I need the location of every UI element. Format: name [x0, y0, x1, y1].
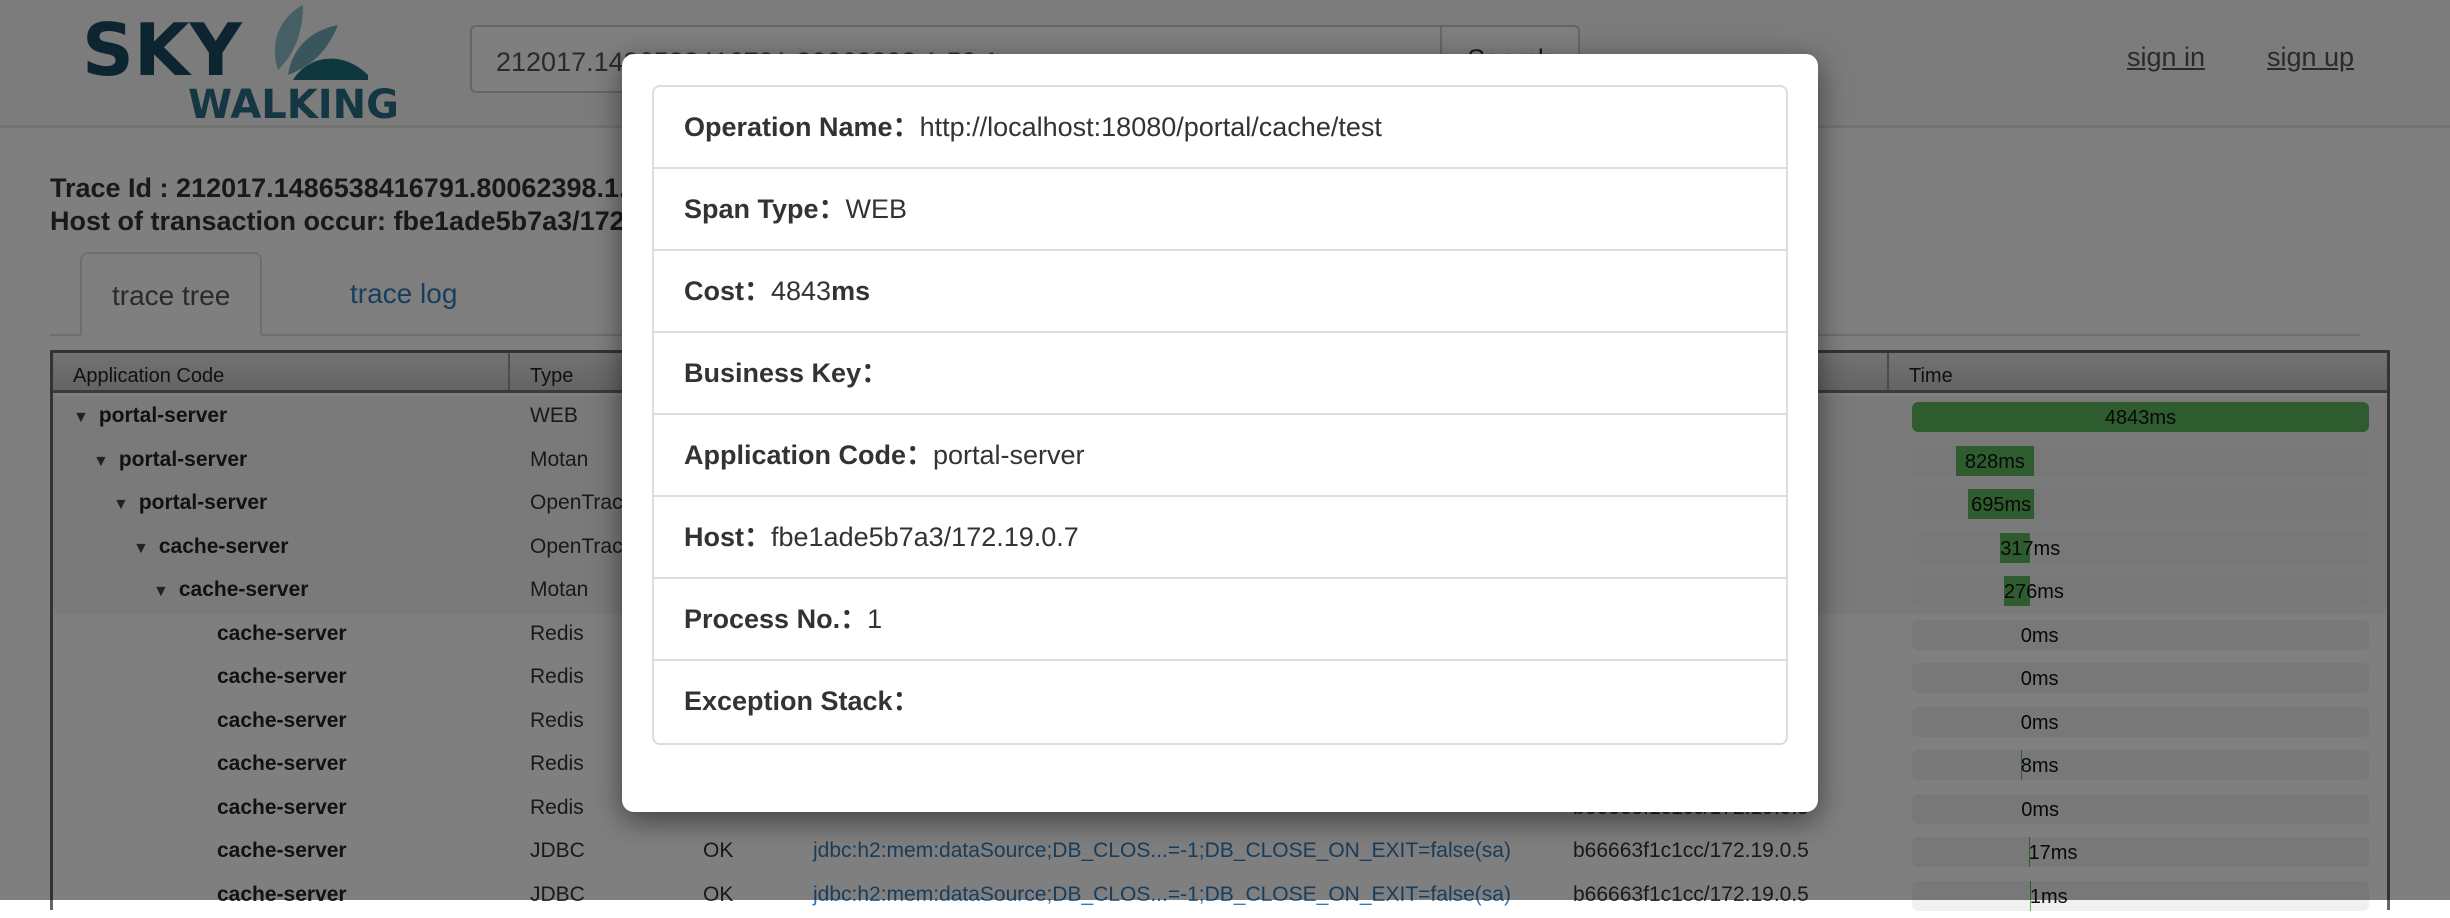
- span-detail-item: Host：fbe1ade5b7a3/172.19.0.7: [654, 497, 1786, 579]
- span-detail-item: Business Key：: [654, 333, 1786, 415]
- span-detail-item: Application Code：portal-server: [654, 415, 1786, 497]
- span-detail-item: Process No.：1: [654, 579, 1786, 661]
- detail-label: Host：: [684, 522, 771, 552]
- detail-label: Cost：: [684, 276, 771, 306]
- detail-value: 4843: [771, 276, 831, 306]
- detail-label: Process No.：: [684, 604, 867, 634]
- detail-value: 1: [867, 604, 882, 634]
- span-detail-item: Cost：4843ms: [654, 251, 1786, 333]
- detail-label: Exception Stack：: [684, 686, 920, 716]
- detail-value: fbe1ade5b7a3/172.19.0.7: [771, 522, 1079, 552]
- detail-value: portal-server: [933, 440, 1085, 470]
- detail-label: Application Code：: [684, 440, 933, 470]
- span-detail-item: Span Type：WEB: [654, 169, 1786, 251]
- detail-label: Operation Name：: [684, 112, 920, 142]
- detail-label: Business Key：: [684, 358, 888, 388]
- span-detail-item: Operation Name：http://localhost:18080/po…: [654, 87, 1786, 169]
- span-detail-item: Exception Stack：: [654, 661, 1786, 743]
- detail-value: WEB: [846, 194, 908, 224]
- detail-value: http://localhost:18080/portal/cache/test: [920, 112, 1382, 142]
- detail-unit: ms: [831, 276, 870, 306]
- span-detail-modal: Operation Name：http://localhost:18080/po…: [622, 54, 1818, 812]
- span-detail-list: Operation Name：http://localhost:18080/po…: [652, 85, 1788, 745]
- detail-label: Span Type：: [684, 194, 846, 224]
